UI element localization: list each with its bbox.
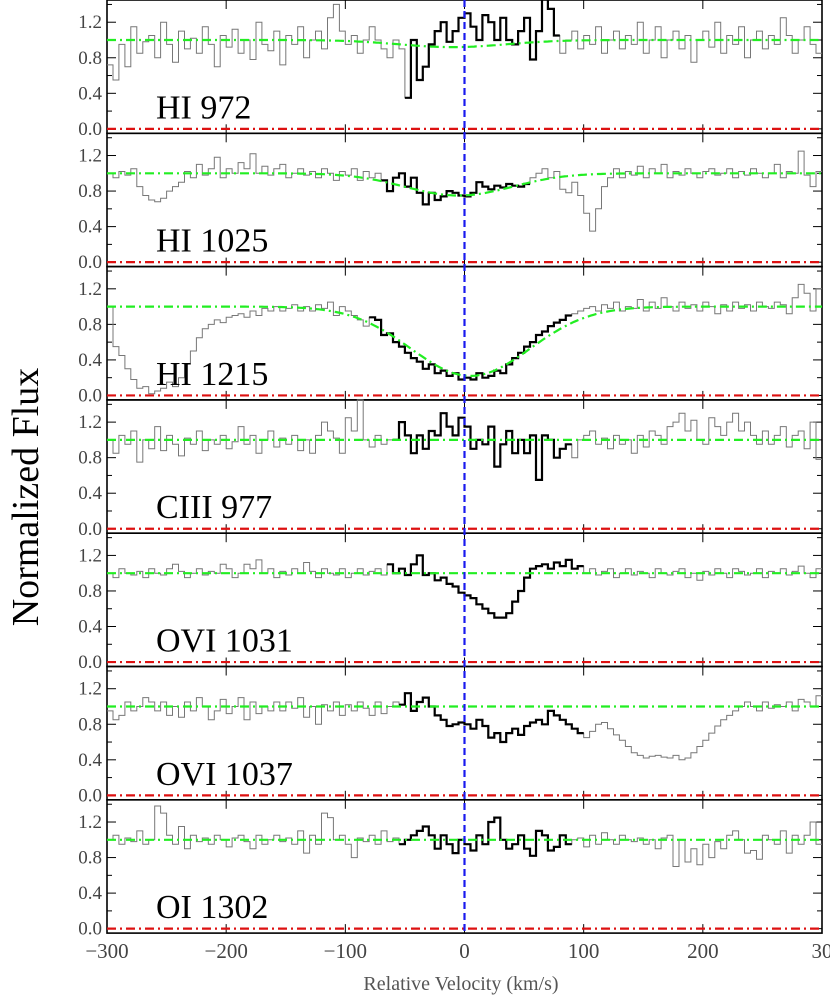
y-tick-label: 0.8 bbox=[78, 581, 102, 602]
y-tick-label: 0.8 bbox=[78, 848, 102, 869]
y-tick-label: 1.2 bbox=[78, 812, 102, 833]
y-tick-label: 0.0 bbox=[78, 119, 102, 140]
y-tick-label: 0.4 bbox=[78, 217, 102, 238]
panel-label: HI 1215 bbox=[156, 356, 268, 393]
y-tick-label: 1.2 bbox=[78, 279, 102, 300]
x-tick-label: 100 bbox=[568, 939, 600, 963]
y-tick-label: 0.8 bbox=[78, 448, 102, 469]
y-tick-label: 1.2 bbox=[78, 412, 102, 433]
panel-label: HI 1025 bbox=[156, 223, 268, 260]
y-tick-label: 0.0 bbox=[78, 519, 102, 540]
y-tick-label: 0.4 bbox=[78, 483, 102, 504]
y-tick-label: 0.4 bbox=[78, 83, 102, 104]
y-tick-label: 0.0 bbox=[78, 252, 102, 273]
y-tick-label: 0.4 bbox=[78, 350, 102, 371]
chart-background bbox=[0, 0, 830, 997]
x-tick-label: 0 bbox=[459, 939, 470, 963]
y-tick-label: 0.0 bbox=[78, 385, 102, 406]
panel-label: OVI 1037 bbox=[156, 756, 293, 793]
y-tick-label: 0.0 bbox=[78, 652, 102, 673]
x-tick-label: 30 bbox=[812, 939, 830, 963]
y-tick-label: 0.4 bbox=[78, 750, 102, 771]
y-tick-label: 0.8 bbox=[78, 48, 102, 69]
y-tick-label: 0.0 bbox=[78, 785, 102, 806]
y-tick-label: 1.2 bbox=[78, 146, 102, 167]
y-tick-label: 0.8 bbox=[78, 314, 102, 335]
y-tick-label: 0.4 bbox=[78, 617, 102, 638]
y-tick-label: 0.0 bbox=[78, 919, 102, 940]
y-tick-label: 0.4 bbox=[78, 883, 102, 904]
x-tick-label: −300 bbox=[85, 939, 128, 963]
panel-label: OI 1302 bbox=[156, 889, 268, 926]
spectral-stack-chart: 0.0 0.4 0.8 1.2 HI 972 0.0 0.4 0.8 1.2 HI 1025 0.0… bbox=[0, 0, 830, 997]
y-tick-label: 0.8 bbox=[78, 181, 102, 202]
x-tick-label: 200 bbox=[687, 939, 719, 963]
x-tick-label: −100 bbox=[324, 939, 367, 963]
y-tick-label: 0.8 bbox=[78, 714, 102, 735]
y-tick-label: 1.2 bbox=[78, 12, 102, 33]
x-tick-label: −200 bbox=[204, 939, 247, 963]
y-tick-label: 1.2 bbox=[78, 679, 102, 700]
panel-label: CIII 977 bbox=[156, 489, 272, 526]
y-axis-label: Normalized Flux bbox=[5, 368, 47, 627]
panel-label: OVI 1031 bbox=[156, 623, 293, 660]
panel-label: HI 972 bbox=[156, 89, 251, 126]
y-tick-label: 1.2 bbox=[78, 545, 102, 566]
x-axis-label: Relative Velocity (km/s) bbox=[363, 973, 558, 995]
